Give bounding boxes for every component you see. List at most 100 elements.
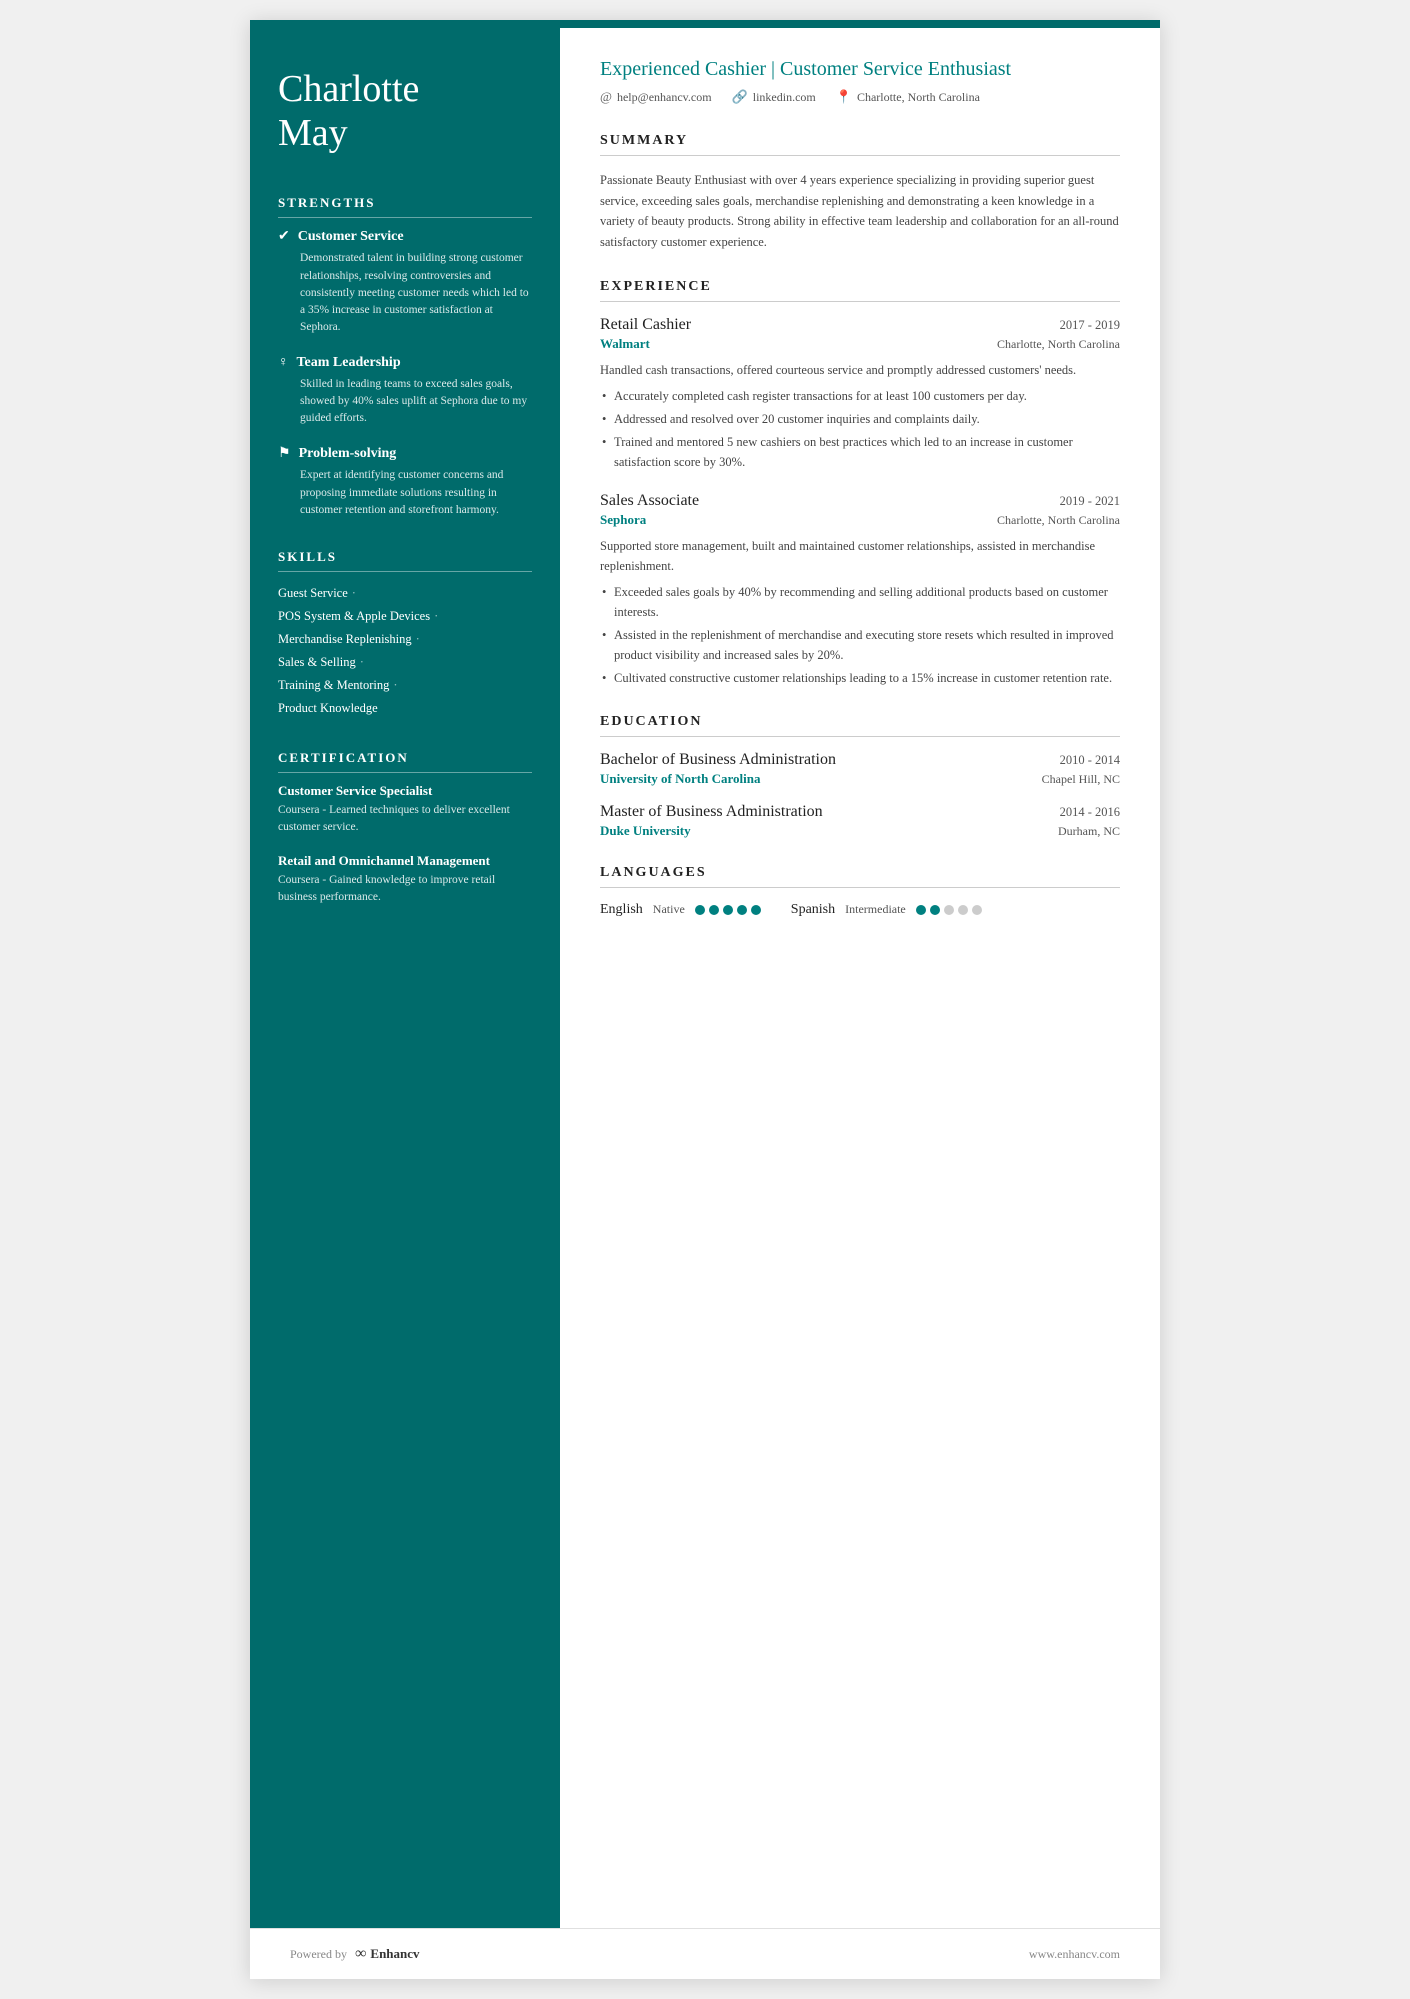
bullet-item: Accurately completed cash register trans… (600, 386, 1120, 406)
lang-dot (930, 905, 940, 915)
edu-dates-1: 2010 - 2014 (1060, 753, 1120, 768)
job-title: Experienced Cashier | Customer Service E… (600, 58, 1120, 81)
languages-title: LANGUAGES (600, 865, 1120, 888)
contact-line: @ help@enhancv.com 🔗 linkedin.com 📍 Char… (600, 89, 1120, 105)
exp-bullets-1: Accurately completed cash register trans… (600, 386, 1120, 472)
strength-item-1: ✔ Customer Service Demonstrated talent i… (278, 228, 532, 336)
summary-section: SUMMARY Passionate Beauty Enthusiast wit… (600, 133, 1120, 253)
lang-item-spanish: Spanish Intermediate (791, 902, 982, 918)
skills-title: SKILLS (278, 549, 532, 572)
lang-dot (944, 905, 954, 915)
exp-location-2: Charlotte, North Carolina (997, 513, 1120, 528)
lang-dots-spanish (916, 905, 982, 915)
exp-item-1: Retail Cashier 2017 - 2019 Walmart Charl… (600, 316, 1120, 472)
edu-dates-2: 2014 - 2016 (1060, 805, 1120, 820)
bullet-item: Cultivated constructive customer relatio… (600, 668, 1120, 688)
brand-name: Enhancv (370, 1946, 419, 1962)
cert-item-2: Retail and Omnichannel Management Course… (278, 853, 532, 907)
exp-desc-2: Supported store management, built and ma… (600, 536, 1120, 576)
bullet-item: Trained and mentored 5 new cashiers on b… (600, 432, 1120, 472)
resume-document: Charlotte May STRENGTHS ✔ Customer Servi… (250, 20, 1160, 1979)
skill-item-4: Sales & Selling · (278, 651, 532, 674)
edu-item-1: Bachelor of Business Administration 2010… (600, 751, 1120, 787)
email-value: help@enhancv.com (617, 90, 712, 105)
skill-item-6: Product Knowledge (278, 697, 532, 720)
languages-section: LANGUAGES English Native (600, 865, 1120, 918)
education-section: EDUCATION Bachelor of Business Administr… (600, 714, 1120, 839)
enhancv-logo: ∞ Enhancv (355, 1945, 420, 1963)
exp-company-2: Sephora (600, 512, 646, 528)
exp-desc-1: Handled cash transactions, offered court… (600, 360, 1120, 380)
lang-item-english: English Native (600, 902, 761, 918)
edu-location-2: Durham, NC (1058, 824, 1120, 839)
checkmark-icon: ✔ (278, 228, 290, 245)
skill-item-1: Guest Service · (278, 582, 532, 605)
strength-title-2: Team Leadership (297, 355, 401, 371)
lang-dot (737, 905, 747, 915)
skill-item-2: POS System & Apple Devices · (278, 605, 532, 628)
logo-symbol: ∞ (355, 1945, 366, 1963)
skills-section: SKILLS Guest Service · POS System & Appl… (278, 549, 532, 720)
email-icon: @ (600, 89, 612, 105)
flag-icon: ⚑ (278, 445, 291, 462)
exp-role-1: Retail Cashier (600, 316, 691, 334)
certification-section: CERTIFICATION Customer Service Specialis… (278, 750, 532, 906)
footer: Powered by ∞ Enhancv www.enhancv.com (250, 1928, 1160, 1979)
exp-company-1: Walmart (600, 336, 650, 352)
lang-dots-english (695, 905, 761, 915)
person-icon: ♀ (278, 355, 289, 371)
strength-desc-3: Expert at identifying customer concerns … (278, 467, 532, 519)
cert-desc-2: Coursera - Gained knowledge to improve r… (278, 872, 532, 907)
edu-item-2: Master of Business Administration 2014 -… (600, 803, 1120, 839)
lang-name-english: English (600, 902, 643, 918)
skill-item-3: Merchandise Replenishing · (278, 628, 532, 651)
bullet-item: Assisted in the replenishment of merchan… (600, 625, 1120, 665)
education-title: EDUCATION (600, 714, 1120, 737)
edu-degree-2: Master of Business Administration (600, 803, 823, 821)
lang-dot (751, 905, 761, 915)
experience-title: EXPERIENCE (600, 279, 1120, 302)
edu-degree-1: Bachelor of Business Administration (600, 751, 836, 769)
cert-name-1: Customer Service Specialist (278, 783, 532, 799)
exp-dates-2: 2019 - 2021 (1060, 494, 1120, 509)
linkedin-contact: 🔗 linkedin.com (732, 89, 816, 105)
lang-dot (972, 905, 982, 915)
main-header: Experienced Cashier | Customer Service E… (600, 58, 1120, 105)
experience-section: EXPERIENCE Retail Cashier 2017 - 2019 Wa… (600, 279, 1120, 688)
strength-item-2: ♀ Team Leadership Skilled in leading tea… (278, 355, 532, 428)
strengths-title: STRENGTHS (278, 195, 532, 218)
strength-item-3: ⚑ Problem-solving Expert at identifying … (278, 445, 532, 519)
lang-level-spanish: Intermediate (845, 902, 906, 917)
languages-row: English Native Spanish Intermediate (600, 902, 1120, 918)
skill-item-5: Training & Mentoring · (278, 674, 532, 697)
exp-role-2: Sales Associate (600, 492, 699, 510)
edu-location-1: Chapel Hill, NC (1042, 772, 1120, 787)
candidate-name: Charlotte May (278, 68, 532, 155)
cert-title: CERTIFICATION (278, 750, 532, 773)
exp-dates-1: 2017 - 2019 (1060, 318, 1120, 333)
lang-dot (695, 905, 705, 915)
strength-title-3: Problem-solving (299, 446, 397, 462)
lang-dot (709, 905, 719, 915)
strength-desc-2: Skilled in leading teams to exceed sales… (278, 376, 532, 428)
top-decorative-bar (250, 20, 1160, 28)
email-contact: @ help@enhancv.com (600, 89, 712, 105)
exp-bullets-2: Exceeded sales goals by 40% by recommend… (600, 582, 1120, 688)
powered-by-text: Powered by (290, 1947, 347, 1962)
bullet-item: Addressed and resolved over 20 customer … (600, 409, 1120, 429)
strength-desc-1: Demonstrated talent in building strong c… (278, 250, 532, 336)
bullet-item: Exceeded sales goals by 40% by recommend… (600, 582, 1120, 622)
linkedin-value: linkedin.com (753, 90, 816, 105)
strengths-section: STRENGTHS ✔ Customer Service Demonstrate… (278, 195, 532, 519)
footer-website: www.enhancv.com (1029, 1947, 1120, 1962)
location-contact: 📍 Charlotte, North Carolina (836, 89, 980, 105)
strength-title-1: Customer Service (298, 229, 404, 245)
summary-text: Passionate Beauty Enthusiast with over 4… (600, 170, 1120, 253)
lang-dot (723, 905, 733, 915)
sidebar: Charlotte May STRENGTHS ✔ Customer Servi… (250, 28, 560, 1928)
cert-name-2: Retail and Omnichannel Management (278, 853, 532, 869)
lang-level-english: Native (653, 902, 685, 917)
cert-desc-1: Coursera - Learned techniques to deliver… (278, 802, 532, 837)
location-icon: 📍 (836, 89, 852, 105)
footer-left: Powered by ∞ Enhancv (290, 1945, 420, 1963)
